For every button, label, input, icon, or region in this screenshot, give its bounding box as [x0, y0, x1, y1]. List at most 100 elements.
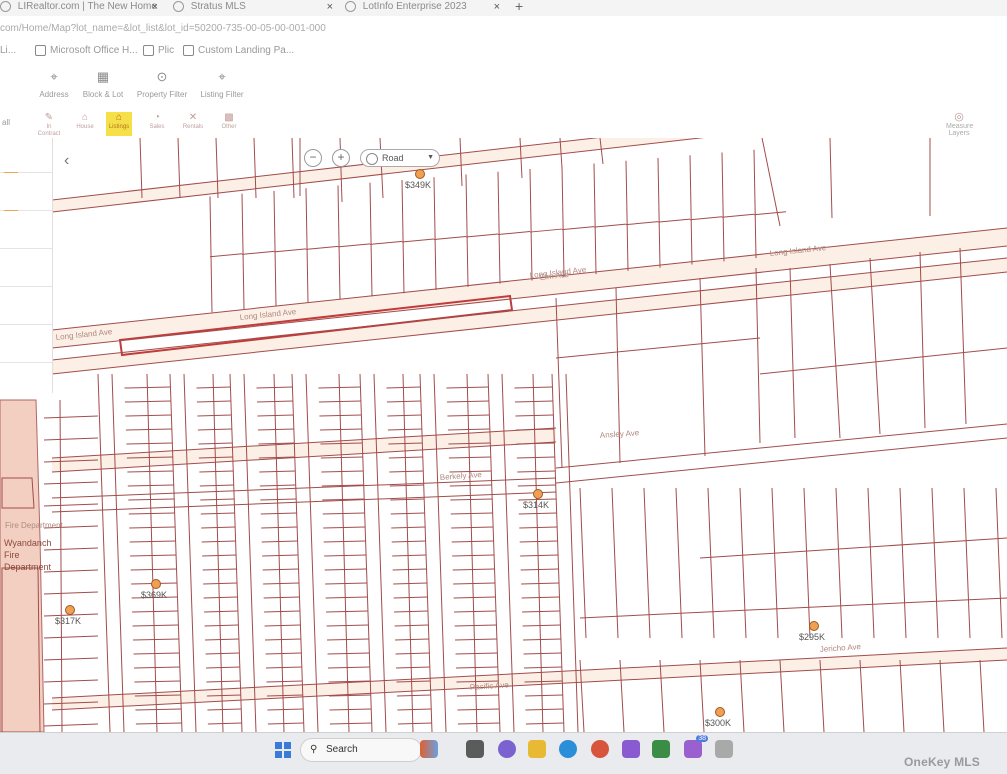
lot-line	[391, 526, 426, 529]
price-pin[interactable]: $295K	[799, 621, 825, 643]
lot-line	[514, 386, 553, 389]
bookmark-item[interactable]: Plic	[143, 45, 174, 56]
pin-marker-icon[interactable]	[809, 621, 819, 631]
collapse-panel-button[interactable]: ‹	[64, 152, 69, 170]
tab-lirealtor[interactable]: LIRealtor.com | The New Home ×	[0, 0, 158, 16]
parcel-map[interactable]: Long Island Ave Long Island Ave Long Islan…	[0, 138, 1007, 732]
lot-line	[457, 708, 500, 711]
tab-favicon-icon	[173, 0, 184, 12]
layer-house[interactable]: ⌂ House	[72, 112, 98, 136]
lot-line	[449, 484, 492, 487]
store-icon[interactable]	[715, 740, 733, 758]
close-icon[interactable]: ×	[152, 0, 158, 14]
price-pin[interactable]: $317K	[55, 605, 81, 627]
zoom-in-button[interactable]: +	[332, 149, 350, 167]
tab-stratus-mls[interactable]: Stratus MLS ×	[173, 0, 333, 16]
office-icon	[35, 45, 46, 56]
tool-listing-filter[interactable]: ⌖ Listing Filter	[196, 70, 248, 100]
tab-lotinfo[interactable]: LotInfo Enterprise 2023 ×	[345, 0, 500, 16]
edge-icon[interactable]	[559, 740, 577, 758]
panel-marker	[4, 172, 18, 173]
pin-marker-icon[interactable]	[415, 169, 425, 179]
layer-in-contract[interactable]: ✎ In Contract	[36, 112, 62, 137]
lot-line	[402, 373, 414, 732]
pin-marker-icon[interactable]	[715, 707, 725, 717]
pin-marker-icon[interactable]	[533, 489, 543, 499]
outlook-icon[interactable]: 38	[684, 735, 708, 758]
lot-line	[133, 638, 180, 641]
lot-line	[393, 582, 428, 585]
sales-icon: ◔	[153, 112, 161, 123]
lot-line	[387, 428, 422, 431]
lot-line	[51, 245, 1007, 349]
lot-line	[657, 218, 691, 223]
layer-label: Sales	[149, 124, 165, 130]
lot-line	[394, 610, 429, 613]
layer-sales[interactable]: ◔ Sales	[144, 112, 170, 136]
pin-marker-icon[interactable]	[65, 605, 75, 615]
panel-marker	[4, 210, 18, 211]
lot-line	[707, 487, 715, 639]
bookmark-item[interactable]: Microsoft Office H...	[35, 45, 138, 56]
measure-layers-button[interactable]: ◎ Measure Layers	[946, 110, 973, 137]
lot-line	[321, 470, 364, 473]
zoom-out-button[interactable]: −	[304, 149, 322, 167]
lot-line	[454, 624, 497, 627]
layer-rentals[interactable]: ✕ Rentals	[180, 112, 206, 136]
lot-line	[579, 597, 1007, 619]
lot-line	[771, 487, 779, 639]
house-icon: ⌂	[81, 112, 89, 123]
tool-block-lot[interactable]: ▦ Block & Lot	[78, 70, 128, 100]
excel-icon[interactable]	[652, 740, 670, 758]
bookmark-item[interactable]: Li...	[0, 45, 16, 56]
lot-line	[133, 666, 181, 669]
lot-line	[198, 442, 233, 445]
basemap-select[interactable]: Road ▼	[360, 149, 440, 167]
lot-line	[835, 487, 843, 639]
lot-line	[397, 722, 432, 725]
lot-line	[197, 428, 232, 431]
onekey-mls-watermark: OneKey MLS	[904, 755, 981, 769]
layer-label: In Contract	[37, 124, 61, 137]
other-icon: ▩	[224, 112, 234, 123]
files-icon[interactable]	[466, 740, 484, 758]
widgets-icon[interactable]	[420, 740, 438, 758]
price-pin[interactable]: $349K	[405, 169, 431, 191]
chat-icon[interactable]	[498, 740, 516, 758]
teams-icon[interactable]	[622, 740, 640, 758]
lot-line	[329, 722, 372, 725]
folder-icon[interactable]	[528, 740, 546, 758]
lot-line	[518, 512, 557, 515]
chrome-icon[interactable]	[591, 740, 609, 758]
lot-line	[392, 554, 427, 557]
lot-line	[517, 484, 556, 487]
lot-line	[205, 638, 240, 641]
lot-line	[326, 610, 369, 613]
lot-line	[325, 582, 368, 585]
layer-other[interactable]: ▩ Other	[216, 112, 242, 136]
price-pin[interactable]: $300K	[705, 707, 731, 729]
lot-line	[241, 193, 245, 310]
bookmark-item[interactable]: Custom Landing Pa...	[183, 45, 294, 56]
lot-line	[43, 635, 99, 639]
tool-label: Address	[39, 90, 69, 99]
start-button[interactable]	[275, 742, 291, 758]
lot-line	[130, 568, 177, 571]
close-icon[interactable]: ×	[327, 0, 333, 14]
new-tab-button[interactable]: +	[515, 0, 523, 14]
parcel-map-canvas[interactable]: Long Island AveLong Island AveLong Islan…	[0, 138, 1007, 732]
tool-address[interactable]: ⌖ Address	[34, 70, 74, 100]
tool-property-filter[interactable]: ⊙ Property Filter	[132, 70, 192, 100]
lot-line	[243, 373, 257, 732]
lot-line	[395, 638, 430, 641]
address-bar[interactable]: com/Home/Map?lot_name=&lot_list&lot_id=5…	[0, 23, 600, 39]
lot-line	[753, 211, 787, 216]
layer-listings[interactable]: ⌂ Listings	[106, 112, 132, 136]
pin-marker-icon[interactable]	[151, 579, 161, 589]
road-long-island-ave	[52, 228, 1007, 348]
taskbar-search[interactable]: ⚲ Search	[300, 738, 422, 762]
price-pin[interactable]: $369K	[141, 579, 167, 601]
lot-line	[256, 386, 293, 389]
close-icon[interactable]: ×	[494, 0, 500, 14]
lot-line	[338, 373, 350, 732]
